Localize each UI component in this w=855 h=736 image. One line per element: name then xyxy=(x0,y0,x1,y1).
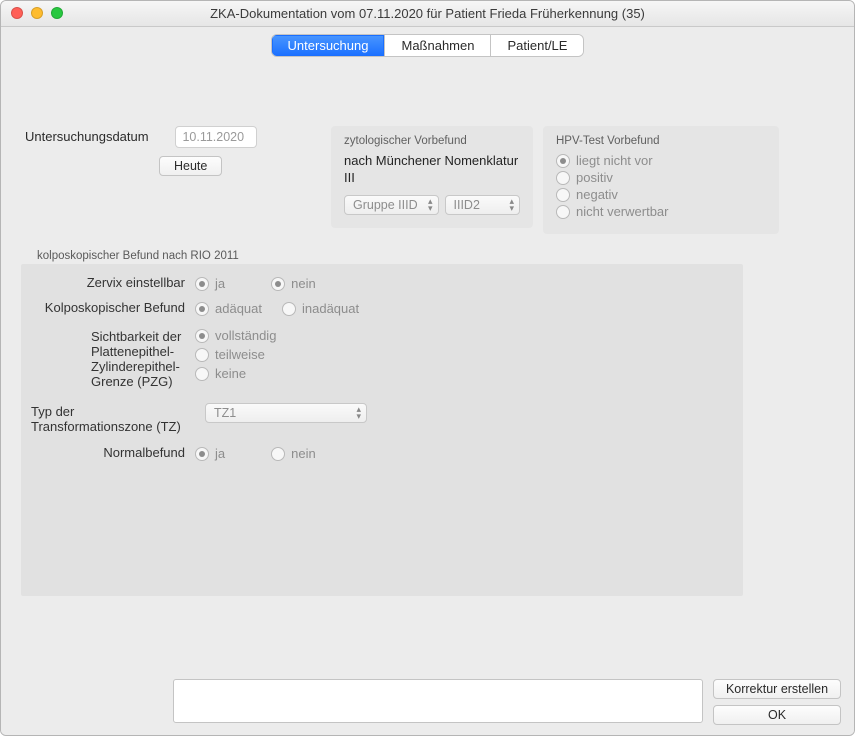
radio-icon xyxy=(195,367,209,381)
korrektur-button[interactable]: Korrektur erstellen xyxy=(713,679,841,699)
date-column: Untersuchungsdatum Heute xyxy=(21,126,321,176)
radio-icon xyxy=(195,277,209,291)
rio-right-column xyxy=(381,264,743,596)
zervix-ja[interactable]: ja xyxy=(195,276,225,291)
radio-icon xyxy=(282,302,296,316)
today-button[interactable]: Heute xyxy=(159,156,222,176)
radio-icon xyxy=(556,154,570,168)
hpv-opt-positiv[interactable]: positiv xyxy=(556,170,766,185)
hpv-opt-liegt-nicht-vor[interactable]: liegt nicht vor xyxy=(556,153,766,168)
zoom-icon[interactable] xyxy=(51,7,63,19)
kolpo-inadaequat[interactable]: inadäquat xyxy=(282,301,359,316)
content: Untersuchungsdatum Heute zytologischer V… xyxy=(1,62,854,596)
kolpo-adaequat[interactable]: adäquat xyxy=(195,301,262,316)
tz-select-value: TZ1 xyxy=(214,406,236,420)
zyto-select-sub-value: IIID2 xyxy=(454,198,480,212)
normal-nein[interactable]: nein xyxy=(271,446,316,461)
zyto-select-sub[interactable]: IIID2 ▴▾ xyxy=(445,195,521,215)
minimize-icon[interactable] xyxy=(31,7,43,19)
chevron-updown-icon: ▴▾ xyxy=(509,198,514,212)
radio-icon xyxy=(556,171,570,185)
radio-icon xyxy=(271,447,285,461)
zervix-label: Zervix einstellbar xyxy=(31,274,195,290)
tab-patient-le[interactable]: Patient/LE xyxy=(490,35,583,56)
pzg-keine[interactable]: keine xyxy=(195,366,276,381)
date-input[interactable] xyxy=(175,126,257,148)
tz-select[interactable]: TZ1 ▴▾ xyxy=(205,403,367,423)
tab-massnahmen[interactable]: Maßnahmen xyxy=(384,35,490,56)
zyto-group: zytologischer Vorbefund nach Münchener N… xyxy=(331,126,533,228)
hpv-opt-negativ[interactable]: negativ xyxy=(556,187,766,202)
zyto-select-gruppe-value: Gruppe IIID xyxy=(353,198,418,212)
rio-title: kolposkopischer Befund nach RIO 2011 xyxy=(37,250,834,262)
zyto-select-gruppe[interactable]: Gruppe IIID ▴▾ xyxy=(344,195,439,215)
close-icon[interactable] xyxy=(11,7,23,19)
rio-box: Zervix einstellbar ja nein Kolposkopisch… xyxy=(21,264,743,596)
tab-segmented: Untersuchung Maßnahmen Patient/LE xyxy=(272,35,584,56)
pzg-vollstaendig[interactable]: vollständig xyxy=(195,328,276,343)
hpv-title: HPV-Test Vorbefund xyxy=(556,135,766,147)
zyto-text: nach Münchener Nomenklatur III xyxy=(344,153,520,187)
footer: Korrektur erstellen OK xyxy=(1,671,854,735)
hpv-opt-nicht-verwertbar[interactable]: nicht verwertbar xyxy=(556,204,766,219)
pzg-teilweise[interactable]: teilweise xyxy=(195,347,276,362)
rio-left-column: Zervix einstellbar ja nein Kolposkopisch… xyxy=(21,264,381,596)
radio-icon xyxy=(195,302,209,316)
radio-icon xyxy=(195,447,209,461)
ok-button[interactable]: OK xyxy=(713,705,841,725)
radio-icon xyxy=(556,205,570,219)
window-title: ZKA-Dokumentation vom 07.11.2020 für Pat… xyxy=(1,6,854,21)
zervix-nein[interactable]: nein xyxy=(271,276,316,291)
chevron-updown-icon: ▴▾ xyxy=(356,406,361,420)
normal-ja[interactable]: ja xyxy=(195,446,225,461)
radio-icon xyxy=(271,277,285,291)
hpv-group: HPV-Test Vorbefund liegt nicht vor posit… xyxy=(543,126,779,234)
titlebar: ZKA-Dokumentation vom 07.11.2020 für Pat… xyxy=(1,1,854,27)
kolpo-label: Kolposkopischer Befund xyxy=(31,299,195,315)
radio-icon xyxy=(195,348,209,362)
tz-label: Typ der Transformationszone (TZ) xyxy=(31,403,205,434)
date-label: Untersuchungsdatum xyxy=(21,129,171,144)
notes-textarea[interactable] xyxy=(173,679,703,723)
zyto-title: zytologischer Vorbefund xyxy=(344,135,520,147)
pzg-label: Sichtbarkeit der Plattenepithel-Zylinder… xyxy=(31,328,195,389)
radio-icon xyxy=(195,329,209,343)
tabbar: Untersuchung Maßnahmen Patient/LE xyxy=(1,27,854,62)
traffic-lights xyxy=(11,7,63,19)
window: ZKA-Dokumentation vom 07.11.2020 für Pat… xyxy=(0,0,855,736)
chevron-updown-icon: ▴▾ xyxy=(428,198,433,212)
radio-icon xyxy=(556,188,570,202)
tab-untersuchung[interactable]: Untersuchung xyxy=(272,35,385,56)
normal-label: Normalbefund xyxy=(31,444,195,460)
